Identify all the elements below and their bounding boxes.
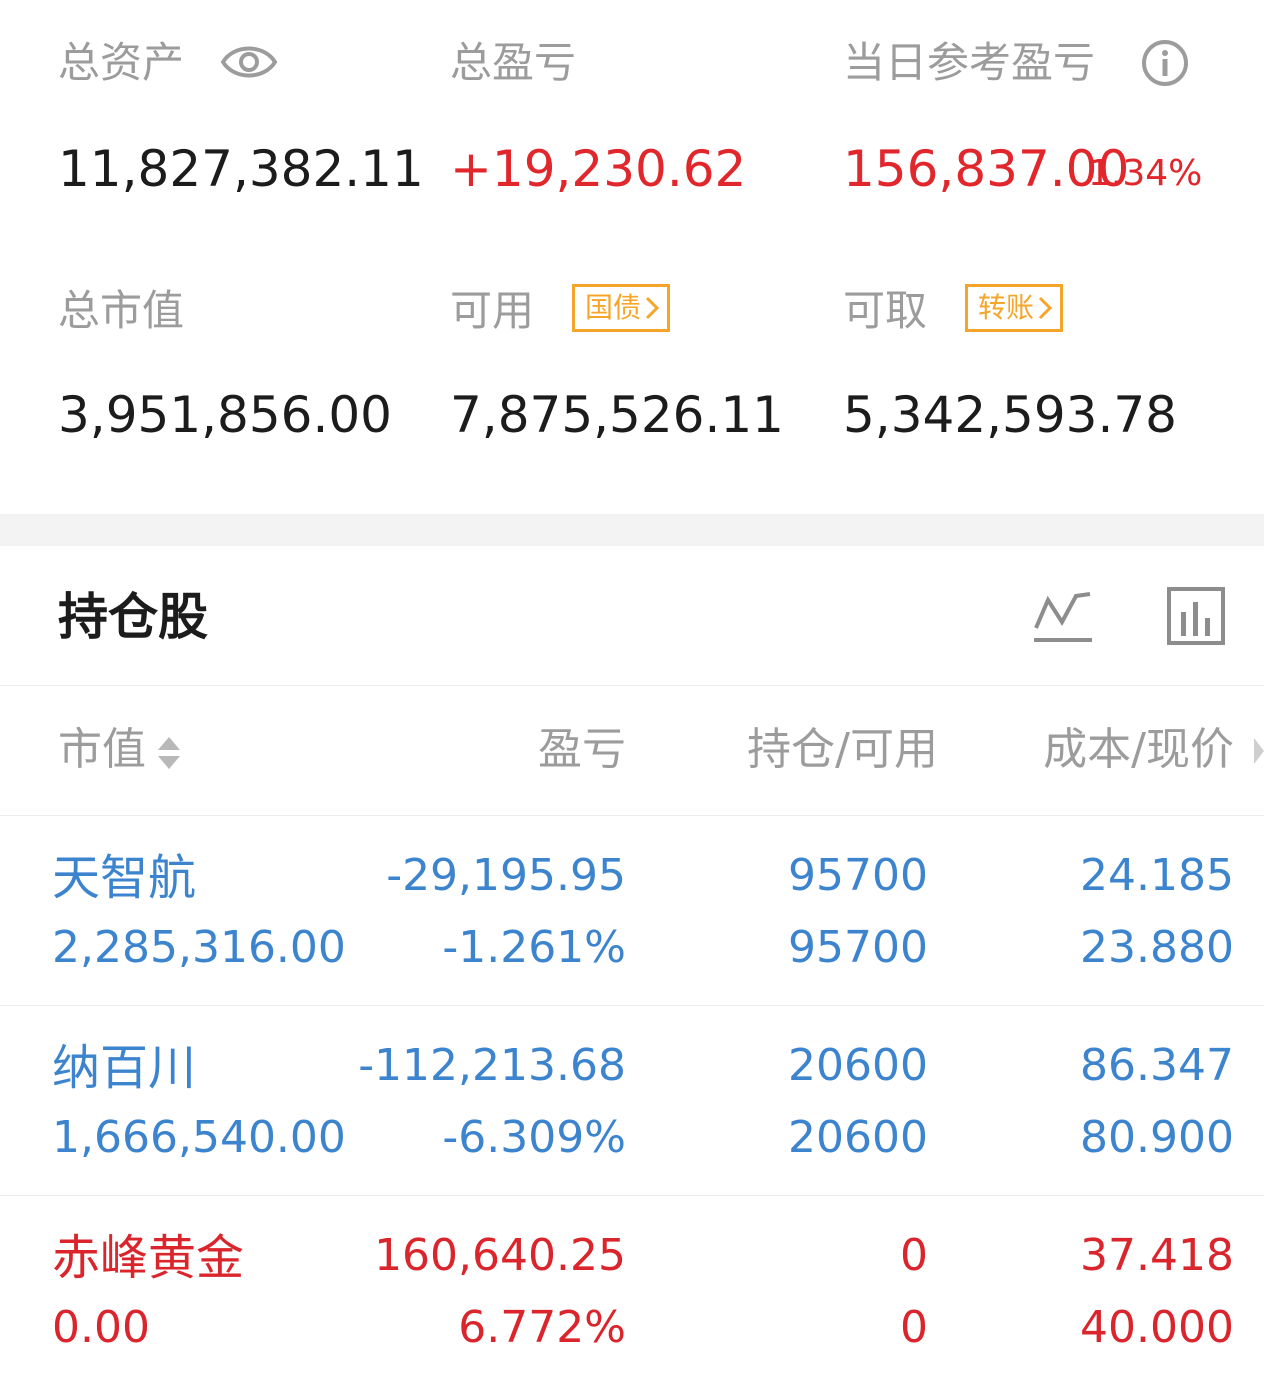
total-assets-value: 11,827,382.11 <box>58 140 424 198</box>
stock-available: 0 <box>900 1302 928 1353</box>
stock-cost: 37.418 <box>1080 1230 1234 1281</box>
stock-position: 20600 <box>788 1040 928 1091</box>
info-icon[interactable] <box>1140 38 1190 88</box>
total-pl-label: 总盈亏 <box>450 38 577 87</box>
transfer-tag-label: 转账 <box>978 290 1035 324</box>
transfer-tag[interactable]: 转账 <box>965 284 1064 332</box>
chevron-right-icon <box>645 296 660 319</box>
stock-price: 23.880 <box>1080 922 1234 973</box>
table-row[interactable]: 天智航 2,285,316.00 -29,195.95 -1.261% 9570… <box>0 816 1264 1006</box>
market-value-value: 3,951,856.00 <box>58 386 392 444</box>
holdings-table-header: 市值 盈亏 持仓/可用 成本/现价 <box>0 686 1264 816</box>
treasury-bond-tag-label: 国债 <box>585 290 642 324</box>
market-value-label: 总市值 <box>58 286 185 335</box>
total-assets-label: 总资产 <box>58 38 185 87</box>
stock-available: 95700 <box>788 922 928 973</box>
stock-cost: 86.347 <box>1080 1040 1234 1091</box>
column-cost-price[interactable]: 成本/现价 <box>1043 728 1234 772</box>
line-chart-icon[interactable] <box>1032 588 1094 648</box>
available-value: 7,875,526.11 <box>450 386 784 444</box>
stock-pl: -29,195.95 <box>386 850 626 901</box>
daily-pl-label: 当日参考盈亏 <box>843 38 1096 87</box>
holdings-title: 持仓股 <box>58 588 208 646</box>
stock-price: 80.900 <box>1080 1112 1234 1163</box>
total-pl-value: +19,230.62 <box>450 140 747 198</box>
bar-chart-icon[interactable] <box>1166 586 1226 646</box>
stock-pl: 160,640.25 <box>374 1230 626 1281</box>
scroll-right-icon[interactable] <box>1254 738 1264 764</box>
column-pl[interactable]: 盈亏 <box>538 728 626 772</box>
eye-icon[interactable] <box>220 40 278 84</box>
withdrawable-label: 可取 <box>843 286 928 335</box>
daily-pl-value: 156,837.00 <box>843 140 1130 198</box>
stock-market-value: 0.00 <box>52 1302 150 1353</box>
stock-available: 20600 <box>788 1112 928 1163</box>
daily-pl-pct: 1.34% <box>1088 153 1203 194</box>
stock-market-value: 2,285,316.00 <box>52 922 346 973</box>
account-summary: 总资产 总盈亏 当日参考盈亏 11,827,382.11 +19,230.62 … <box>0 0 1264 514</box>
column-position[interactable]: 持仓/可用 <box>747 728 938 772</box>
stock-market-value: 1,666,540.00 <box>52 1112 346 1163</box>
stock-name: 赤峰黄金 <box>52 1230 245 1286</box>
column-market-value[interactable]: 市值 <box>58 728 146 772</box>
chevron-right-icon <box>1038 296 1053 319</box>
stock-pl: -112,213.68 <box>358 1040 626 1091</box>
holdings-header: 持仓股 <box>0 546 1264 686</box>
stock-cost: 24.185 <box>1080 850 1234 901</box>
treasury-bond-tag[interactable]: 国债 <box>572 284 671 332</box>
stock-name: 天智航 <box>52 850 197 906</box>
stock-position: 0 <box>900 1230 928 1281</box>
withdrawable-value: 5,342,593.78 <box>843 386 1177 444</box>
sort-icon[interactable] <box>155 734 183 772</box>
stock-pl-pct: 6.772% <box>458 1302 626 1353</box>
table-row[interactable]: 纳百川 1,666,540.00 -112,213.68 -6.309% 206… <box>0 1006 1264 1196</box>
stock-pl-pct: -6.309% <box>442 1112 626 1163</box>
stock-price: 40.000 <box>1080 1302 1234 1353</box>
stock-name: 纳百川 <box>52 1040 197 1096</box>
table-row[interactable]: 赤峰黄金 0.00 160,640.25 6.772% 0 0 37.418 4… <box>0 1196 1264 1386</box>
stock-pl-pct: -1.261% <box>442 922 626 973</box>
section-divider <box>0 514 1264 546</box>
stock-position: 95700 <box>788 850 928 901</box>
holdings-list: 天智航 2,285,316.00 -29,195.95 -1.261% 9570… <box>0 816 1264 1386</box>
available-label: 可用 <box>450 286 535 335</box>
